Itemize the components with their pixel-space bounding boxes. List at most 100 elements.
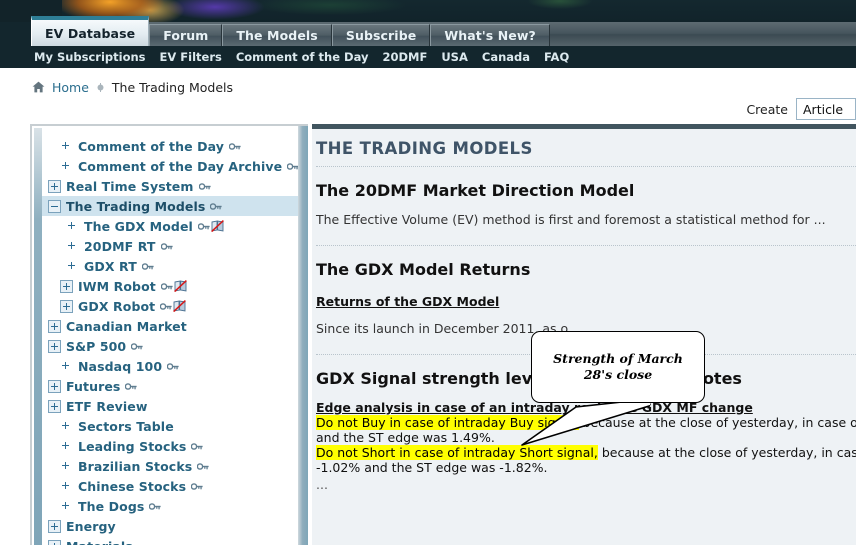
toggle-spacer xyxy=(60,420,73,433)
book-restricted-icon xyxy=(172,300,187,312)
sidebar-item-label: ETF Review xyxy=(66,398,148,414)
key-icon xyxy=(126,342,143,351)
sidebar-right-rail xyxy=(298,126,308,545)
tab-label: Subscribe xyxy=(345,28,417,43)
expand-plus-icon[interactable] xyxy=(48,519,61,533)
subnav-item-canada[interactable]: Canada xyxy=(482,50,530,64)
sidebar-item-label: Materials xyxy=(66,539,133,545)
sidebar-item-label: Energy xyxy=(66,518,116,534)
sidebar-item-gdx-rt[interactable]: GDX RT xyxy=(42,256,298,276)
subnav-item-my-subscriptions[interactable]: My Subscriptions xyxy=(34,50,146,64)
breadcrumb-current: The Trading Models xyxy=(111,79,234,95)
tab-ev-database[interactable]: EV Database xyxy=(31,16,150,46)
key-icon xyxy=(205,202,223,211)
tab-label: What's New? xyxy=(444,28,536,43)
sidebar-item-comment-of-the-day-archive[interactable]: Comment of the Day Archive xyxy=(42,156,298,176)
gdx-returns-link[interactable]: Returns of the GDX Model xyxy=(316,294,499,309)
key-icon xyxy=(282,162,298,171)
create-type-select[interactable]: Article xyxy=(796,98,856,120)
toggle-spacer xyxy=(60,500,73,513)
create-row: Create Article xyxy=(746,96,856,122)
book-restricted-icon xyxy=(210,220,224,232)
toggle-spacer xyxy=(60,440,73,453)
breadcrumb-home-link[interactable]: Home xyxy=(52,80,89,95)
sidebar-item-canadian-market[interactable]: Canadian Market xyxy=(42,316,298,336)
sidebar-item-the-dogs[interactable]: The Dogs xyxy=(42,496,298,516)
page-title: THE TRADING MODELS xyxy=(316,139,533,158)
expand-plus-icon[interactable] xyxy=(60,299,73,313)
sidebar-item-s-p-500[interactable]: S&P 500 xyxy=(42,336,298,356)
sidebar-item-materials[interactable]: Materials xyxy=(42,536,298,545)
sidebar-scroll-area[interactable]: Comment of the Day Comment of the Day Arc… xyxy=(42,130,298,545)
toggle-spacer xyxy=(60,140,73,153)
tab-the-models[interactable]: The Models xyxy=(222,24,332,46)
subnav-item-ev-filters[interactable]: EV Filters xyxy=(160,50,222,64)
book-restricted-icon xyxy=(173,280,187,292)
sidebar-item-iwm-robot[interactable]: IWM Robot xyxy=(42,276,298,296)
sidebar-item-label: Comment of the Day Archive xyxy=(78,158,283,174)
tab-label: EV Database xyxy=(45,25,136,41)
sidebar-item-label: The Trading Models xyxy=(66,198,206,214)
sidebar-item-chinese-stocks[interactable]: Chinese Stocks xyxy=(42,476,298,496)
section-20dmf-heading: The 20DMF Market Direction Model xyxy=(316,181,635,200)
sidebar-nav-list: Comment of the Day Comment of the Day Arc… xyxy=(42,130,298,545)
expand-plus-icon[interactable] xyxy=(60,279,73,293)
tab-subscribe[interactable]: Subscribe xyxy=(331,24,431,46)
sidebar-item-etf-review[interactable]: ETF Review xyxy=(42,396,298,416)
sidebar-item-energy[interactable]: Energy xyxy=(42,516,298,536)
expand-plus-icon[interactable] xyxy=(48,339,61,353)
key-icon xyxy=(120,382,138,391)
expand-plus-icon[interactable] xyxy=(48,539,61,545)
subnav-item-usa[interactable]: USA xyxy=(441,50,468,64)
sidebar-item-label: Comment of the Day xyxy=(78,138,224,154)
key-icon xyxy=(155,302,172,311)
expand-plus-icon[interactable] xyxy=(48,179,61,193)
secondary-navbar: My Subscriptions EV Filters Comment of the… xyxy=(0,46,856,68)
create-type-selected: Article xyxy=(803,101,844,117)
sidebar-item-leading-stocks[interactable]: Leading Stocks xyxy=(42,436,298,456)
sidebar-item-label: Sectors Table xyxy=(78,418,174,434)
section-gdx-returns-heading: The GDX Model Returns xyxy=(316,260,531,279)
sidebar-item-20dmf-rt[interactable]: 20DMF RT xyxy=(42,236,298,256)
sidebar-panel: Comment of the Day Comment of the Day Arc… xyxy=(30,124,308,545)
expand-plus-icon[interactable] xyxy=(48,379,61,393)
sidebar-item-futures[interactable]: Futures xyxy=(42,376,298,396)
sidebar-item-label: Chinese Stocks xyxy=(78,478,187,494)
sidebar-item-label: Canadian Market xyxy=(66,318,187,334)
sidebar-item-label: The Dogs xyxy=(78,498,145,514)
sidebar-item-label: IWM Robot xyxy=(78,278,156,294)
sidebar-item-label: Leading Stocks xyxy=(78,438,187,454)
sidebar-item-real-time-system[interactable]: Real Time System xyxy=(42,176,298,196)
toggle-spacer xyxy=(60,160,73,173)
callout-bubble: Strength of March 28's close xyxy=(531,331,705,403)
breadcrumb: Home The Trading Models xyxy=(0,68,856,106)
tab-label: The Models xyxy=(236,28,318,43)
sidebar-item-gdx-robot[interactable]: GDX Robot xyxy=(42,296,298,316)
sidebar-item-nasdaq-100[interactable]: Nasdaq 100 xyxy=(42,356,298,376)
browser-viewport: EV Database Forum The Models Subscribe What'… xyxy=(0,0,856,545)
sidebar-left-rail xyxy=(34,128,42,545)
section-20dmf-paragraph: The Effective Volume (EV) method is firs… xyxy=(316,212,826,227)
breadcrumb-separator-icon xyxy=(96,82,105,92)
sidebar-item-label: Real Time System xyxy=(66,178,194,194)
subnav-item-comment-of-the-day[interactable]: Comment of the Day xyxy=(236,50,369,64)
callout-text: Strength of March 28's close xyxy=(553,351,683,382)
collapse-minus-icon[interactable] xyxy=(48,199,61,213)
tab-label: Forum xyxy=(163,28,209,43)
toggle-spacer xyxy=(66,260,79,273)
key-icon xyxy=(194,182,211,191)
divider-2 xyxy=(316,245,856,246)
sidebar-item-sectors-table[interactable]: Sectors Table xyxy=(42,416,298,436)
expand-plus-icon[interactable] xyxy=(48,319,61,333)
tab-forum[interactable]: Forum xyxy=(149,24,223,46)
sidebar-item-label: S&P 500 xyxy=(66,338,127,354)
expand-plus-icon[interactable] xyxy=(48,399,61,413)
sidebar-item-the-gdx-model[interactable]: The GDX Model xyxy=(42,216,298,236)
tab-what-s-new[interactable]: What's New? xyxy=(430,24,550,46)
sidebar-item-comment-of-the-day[interactable]: Comment of the Day xyxy=(42,136,298,156)
subnav-item-20dmf[interactable]: 20DMF xyxy=(382,50,427,64)
sidebar-item-the-trading-models[interactable]: The Trading Models xyxy=(42,196,298,216)
sidebar-item-brazilian-stocks[interactable]: Brazilian Stocks xyxy=(42,456,298,476)
subnav-item-faq[interactable]: FAQ xyxy=(544,50,569,64)
sidebar-item-label: The GDX Model xyxy=(84,218,193,234)
